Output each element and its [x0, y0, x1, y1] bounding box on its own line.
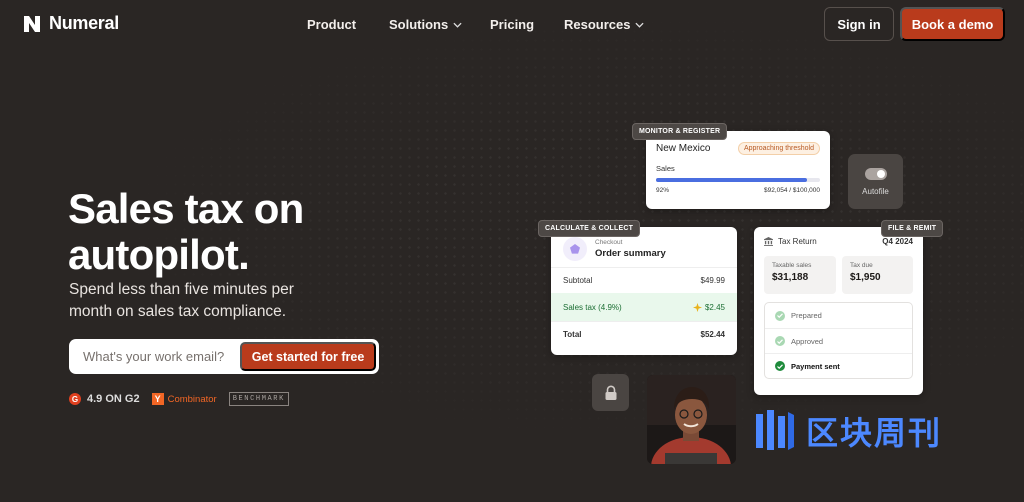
- get-started-button[interactable]: Get started for free: [240, 342, 376, 371]
- taxable-sales-label: Taxable sales: [772, 262, 812, 269]
- nav-pricing-label: Pricing: [490, 17, 535, 32]
- sales-progress-fill: [656, 178, 807, 182]
- total-row: Total $52.44: [551, 321, 737, 347]
- check-icon: [775, 310, 785, 321]
- yc-badge: Y Combinator: [151, 393, 217, 405]
- book-demo-button[interactable]: Book a demo: [900, 7, 1005, 41]
- email-input[interactable]: [69, 349, 237, 364]
- nav-resources-label: Resources: [564, 17, 631, 32]
- status-payment-sent: Payment sent: [765, 353, 912, 378]
- check-icon: [775, 361, 785, 371]
- file-remit-tag: FILE & REMIT: [881, 220, 944, 237]
- status-payment-sent-label: Payment sent: [791, 361, 840, 371]
- calculate-collect-tag: CALCULATE & COLLECT: [538, 220, 641, 237]
- nav-solutions-label: Solutions: [389, 17, 449, 32]
- nav-product-label: Product: [307, 17, 357, 32]
- sales-label: Sales: [656, 164, 675, 173]
- watermark: 区块周刊: [754, 408, 942, 454]
- g2-logo-icon: G: [69, 393, 81, 405]
- tax-due-label: Tax due: [850, 262, 873, 269]
- toggle-icon: [864, 167, 887, 180]
- tax-due-value: $1,950: [850, 272, 881, 283]
- yc-logo-icon: Y: [151, 393, 164, 405]
- signup-form: Get started for free: [69, 339, 379, 374]
- tax-return-title: Tax Return: [778, 237, 817, 246]
- status-prepared-label: Prepared: [791, 311, 822, 320]
- threshold-badge: Approaching threshold: [737, 142, 820, 155]
- watermark-logo-icon: [756, 410, 794, 450]
- sales-tax-value: $2.45: [704, 302, 725, 312]
- chevron-down-icon: [453, 22, 462, 28]
- filing-status-list: Prepared Approved Payment sent: [764, 302, 913, 379]
- order-summary-card: Checkout Order summary Subtotal $49.99 S…: [551, 227, 737, 355]
- tax-return-card: Tax Return Q4 2024 Taxable sales $31,188…: [754, 227, 923, 395]
- lock-tile: [592, 374, 629, 411]
- trust-badges: G 4.9 ON G2 Y Combinator BENCHMARK: [69, 392, 289, 406]
- sales-progress-bar: [656, 178, 820, 182]
- nav-pricing[interactable]: Pricing: [490, 17, 534, 32]
- autofile-toggle[interactable]: Autofile: [848, 154, 903, 209]
- yc-text: Combinator: [167, 393, 217, 405]
- customer-photo: [647, 375, 736, 464]
- monitor-register-tag: MONITOR & REGISTER: [632, 123, 728, 140]
- hero-subtitle: Spend less than five minutes per month o…: [69, 281, 294, 320]
- progress-amount: $92,054 / $100,000: [763, 187, 820, 194]
- checkout-label: Checkout: [595, 239, 623, 246]
- total-value: $52.44: [700, 330, 725, 339]
- watermark-text: 区块周刊: [806, 415, 943, 451]
- pentagon-icon: [563, 237, 587, 261]
- bank-icon: [764, 237, 773, 246]
- progress-percent: 92%: [656, 187, 670, 194]
- nav-solutions[interactable]: Solutions: [389, 17, 462, 32]
- status-approved-label: Approved: [791, 336, 824, 346]
- check-icon: [775, 336, 785, 346]
- sign-in-button[interactable]: Sign in: [824, 7, 894, 41]
- autofile-label: Autofile: [862, 186, 889, 196]
- hero-title: Sales tax on autopilot.: [68, 185, 304, 278]
- lock-icon: [605, 385, 616, 400]
- status-approved: Approved: [765, 328, 912, 353]
- taxable-sales-stat: Taxable sales $31,188: [764, 256, 836, 294]
- benchmark-badge: BENCHMARK: [228, 392, 289, 406]
- g2-rating-text: 4.9 ON G2: [87, 393, 140, 405]
- sales-tax-row: Sales tax (4.9%) $2.45: [551, 293, 737, 321]
- subtotal-value: $49.99: [700, 276, 725, 285]
- monitor-card: New Mexico Approaching threshold Sales 9…: [646, 131, 830, 209]
- sales-tax-label: Sales tax (4.9%): [563, 302, 622, 312]
- nav-product[interactable]: Product: [307, 17, 356, 32]
- status-prepared: Prepared: [765, 303, 912, 328]
- tax-due-stat: Tax due $1,950: [842, 256, 913, 294]
- taxable-sales-value: $31,188: [772, 272, 809, 283]
- state-name: New Mexico: [656, 143, 711, 154]
- chevron-down-icon: [635, 22, 645, 28]
- order-summary-title: Order summary: [595, 248, 666, 259]
- total-label: Total: [563, 330, 582, 339]
- tax-period: Q4 2024: [882, 237, 913, 246]
- subtotal-label: Subtotal: [563, 276, 593, 285]
- g2-rating-badge: G 4.9 ON G2: [69, 393, 140, 405]
- subtotal-row: Subtotal $49.99: [551, 267, 737, 293]
- sparkle-icon: [692, 302, 702, 312]
- nav-resources[interactable]: Resources: [564, 17, 645, 32]
